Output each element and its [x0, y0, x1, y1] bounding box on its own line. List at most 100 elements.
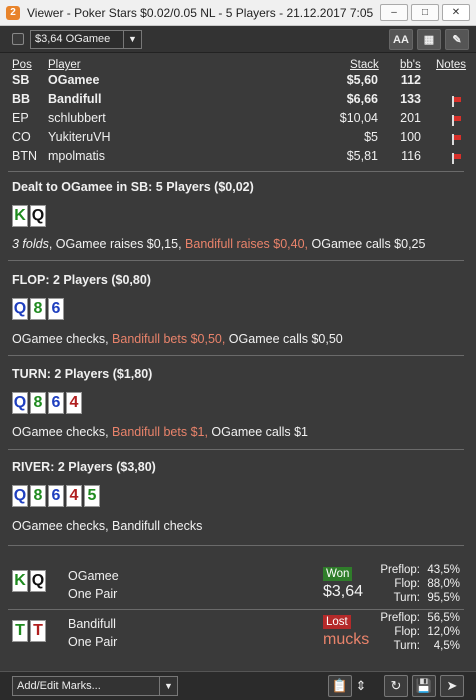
- header-bbs: bb's: [400, 59, 421, 71]
- stat-value: 43,5%: [427, 564, 460, 576]
- preflop-actions: 3 folds, OGamee raises $0,15, Bandifull …: [12, 237, 425, 251]
- row-bbs: 112: [400, 73, 421, 87]
- turn-actions: OGamee checks, Bandifull bets $1, OGamee…: [12, 425, 308, 439]
- row-bbs: 201: [400, 111, 421, 125]
- title-bar: 2 Viewer - Poker Stars $0.02/0.05 NL - 5…: [0, 0, 476, 26]
- playing-card: Q: [12, 485, 28, 507]
- winner-hand: One Pair: [68, 587, 118, 601]
- grid-icon[interactable]: ▦: [417, 29, 441, 50]
- stat-label: Turn:: [393, 592, 420, 604]
- action-hero: OGamee calls $0,50: [225, 332, 343, 346]
- row-bbs: 100: [400, 130, 421, 144]
- row-pos: EP: [12, 111, 29, 125]
- stat-label: Turn:: [393, 640, 420, 652]
- playing-card: 6: [48, 485, 64, 507]
- playing-card: K: [12, 205, 28, 227]
- refresh-icon[interactable]: ↻: [384, 675, 408, 697]
- minimize-button[interactable]: –: [380, 4, 408, 21]
- preflop-title: Dealt to OGamee in SB: 5 Players ($0,02): [12, 180, 254, 194]
- row-player: OGamee: [48, 73, 100, 87]
- action-hero: OGamee checks, Bandifull checks: [12, 519, 203, 533]
- stat-label: Preflop:: [380, 612, 420, 624]
- table-row[interactable]: BB Bandifull $6,66 133: [0, 92, 476, 111]
- playing-card: Q: [30, 205, 46, 227]
- loser-name: Bandifull: [68, 617, 116, 631]
- table-row[interactable]: SB OGamee $5,60 112: [0, 73, 476, 92]
- winner-name: OGamee: [68, 569, 119, 583]
- playing-card: Q: [12, 298, 28, 320]
- action-hero: OGamee calls $0,25: [308, 237, 426, 251]
- preflop-cards: KQ: [12, 205, 46, 227]
- flop-cards: Q86: [12, 298, 64, 320]
- row-pos: SB: [12, 73, 30, 87]
- playing-card: 5: [84, 485, 100, 507]
- row-bbs: 116: [401, 149, 421, 163]
- action-folds: 3 folds: [12, 237, 49, 251]
- row-pos: CO: [12, 130, 31, 144]
- note-flag-icon[interactable]: [452, 134, 462, 145]
- row-bbs: 133: [400, 92, 421, 106]
- select-checkbox[interactable]: [12, 33, 24, 45]
- stat-label: Preflop:: [380, 564, 420, 576]
- note-flag-icon[interactable]: [452, 96, 462, 107]
- updown-icon[interactable]: ⇕: [352, 675, 370, 697]
- divider: [8, 260, 464, 261]
- action-hero: OGamee checks,: [12, 425, 113, 439]
- player-select-value: $3,64 OGamee: [35, 33, 111, 45]
- header-player: Player: [48, 59, 81, 71]
- turn-cards: Q864: [12, 392, 82, 414]
- row-player: YukiteruVH: [48, 130, 111, 144]
- winner-cards: KQ: [12, 570, 46, 592]
- row-stack: $6,66: [346, 92, 378, 106]
- row-stack: $5,81: [346, 149, 378, 163]
- stat-value: 4,5%: [433, 640, 460, 652]
- window-title: Viewer - Poker Stars $0.02/0.05 NL - 5 P…: [27, 5, 374, 20]
- save-icon[interactable]: 💾: [412, 675, 436, 697]
- header-pos: Pos: [12, 59, 32, 71]
- playing-card: Q: [12, 392, 28, 414]
- share-icon[interactable]: ➤: [440, 675, 464, 697]
- stat-value: 56,5%: [427, 612, 460, 624]
- edit-icon[interactable]: ✎: [445, 29, 469, 50]
- marks-select[interactable]: Add/Edit Marks... ▼: [12, 676, 178, 696]
- won-badge: Won: [323, 567, 353, 581]
- font-size-button[interactable]: AA: [389, 29, 413, 50]
- table-row[interactable]: EP schlubbert $10,04 201: [0, 111, 476, 130]
- close-button[interactable]: ✕: [442, 4, 470, 21]
- playing-card: 8: [30, 392, 46, 414]
- action-hero: OGamee checks,: [12, 332, 113, 346]
- chevron-down-icon: ▼: [159, 677, 177, 695]
- stat-value: 95,5%: [427, 592, 460, 604]
- flop-actions: OGamee checks, Bandifull bets $0,50, OGa…: [12, 332, 343, 346]
- row-stack: $5,60: [346, 73, 378, 87]
- note-flag-icon[interactable]: [452, 115, 462, 126]
- clipboard-icon[interactable]: 📋: [328, 675, 352, 697]
- bottom-bar: Add/Edit Marks... ▼ 📋 ⇕ ↻ 💾 ➤: [0, 671, 476, 700]
- table-row[interactable]: BTN mpolmatis $5,81 116: [0, 149, 476, 168]
- maximize-button[interactable]: □: [411, 4, 439, 21]
- player-select[interactable]: $3,64 OGamee ▼: [30, 29, 142, 49]
- row-player: schlubbert: [48, 111, 106, 125]
- table-row[interactable]: CO YukiteruVH $5 100: [0, 130, 476, 149]
- playing-card: T: [30, 620, 46, 642]
- header-stack: Stack: [350, 59, 379, 71]
- action-villain: Bandifull bets $0,50,: [112, 332, 226, 346]
- action-villain: Bandifull bets $1,: [112, 425, 208, 439]
- stat-label: Flop:: [394, 626, 420, 638]
- stat-value: 88,0%: [427, 578, 460, 590]
- app-icon: 2: [6, 5, 20, 20]
- playing-card: K: [12, 570, 28, 592]
- header-notes: Notes: [436, 59, 467, 71]
- note-flag-icon[interactable]: [452, 153, 462, 164]
- playing-card: T: [12, 620, 28, 642]
- window-controls: – □ ✕: [380, 4, 470, 21]
- chevron-down-icon: ▼: [123, 30, 141, 48]
- row-pos: BTN: [12, 149, 37, 163]
- row-stack: $10,04: [339, 111, 378, 125]
- playing-card: 4: [66, 392, 82, 414]
- toolbar: $3,64 OGamee ▼ AA ▦ ✎: [0, 26, 476, 53]
- playing-card: 4: [66, 485, 82, 507]
- row-pos: BB: [12, 92, 31, 106]
- lost-badge: Lost: [323, 615, 351, 629]
- river-actions: OGamee checks, Bandifull checks: [12, 519, 202, 533]
